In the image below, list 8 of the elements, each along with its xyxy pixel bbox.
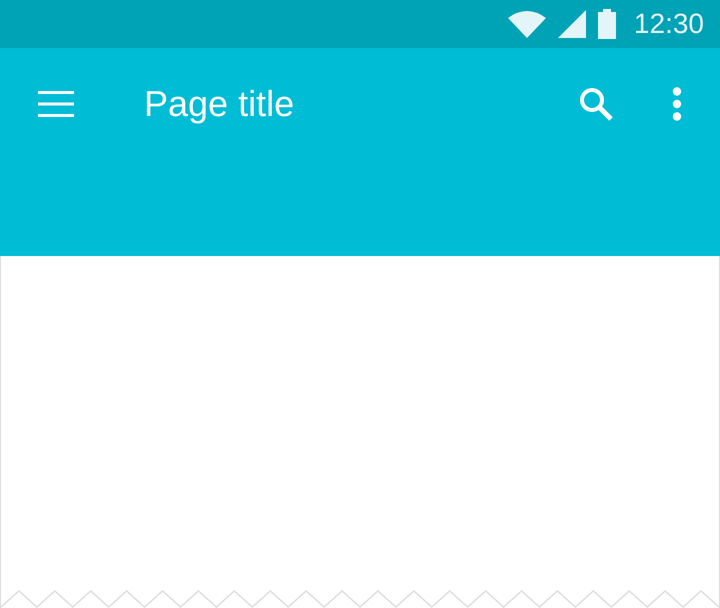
status-time: 12:30	[634, 8, 704, 40]
wifi-icon	[508, 10, 546, 38]
more-icon	[672, 87, 682, 121]
battery-icon	[598, 9, 616, 39]
signal-icon	[558, 10, 586, 38]
menu-icon	[38, 91, 74, 117]
search-icon	[578, 86, 614, 122]
page-title: Page title	[144, 82, 296, 126]
